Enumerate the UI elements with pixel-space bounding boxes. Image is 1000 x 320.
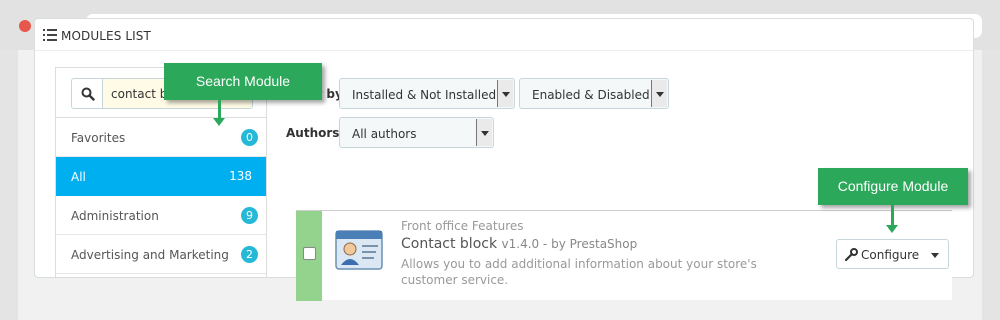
- module-version: v1.4.0 - by PrestaShop: [501, 237, 638, 251]
- category-all[interactable]: All 138: [56, 157, 266, 196]
- category-count-badge: 9: [241, 207, 258, 224]
- callout-arrow: [891, 205, 894, 227]
- callout-arrow-head: [213, 118, 225, 126]
- category-administration[interactable]: Administration 9: [56, 196, 266, 235]
- enable-filter-select[interactable]: Enabled & Disabled: [519, 78, 669, 109]
- category-label: Favorites: [71, 131, 126, 145]
- module-title: Contact block v1.4.0 - by PrestaShop: [401, 236, 637, 252]
- panel-header: MODULES LIST: [35, 19, 973, 51]
- category-advertising-marketing[interactable]: Advertising and Marketing 2: [56, 235, 266, 274]
- configure-module-callout: Configure Module: [818, 168, 968, 205]
- category-label: Administration: [71, 209, 159, 223]
- authors-filter-select[interactable]: All authors: [339, 117, 494, 148]
- install-filter-select[interactable]: Installed & Not Installed: [339, 78, 515, 109]
- chevron-down-icon: [497, 80, 513, 107]
- search-module-callout: Search Module: [164, 63, 322, 100]
- category-count-badge: 138: [229, 169, 252, 183]
- category-count-badge: 0: [241, 129, 258, 146]
- callout-arrow: [218, 100, 221, 120]
- category-count-badge: 2: [241, 246, 258, 263]
- chevron-down-icon: [651, 80, 667, 107]
- wrench-icon: [845, 248, 858, 261]
- module-description: Allows you to add additional information…: [401, 257, 757, 287]
- select-value: Installed & Not Installed: [352, 88, 497, 102]
- select-value: All authors: [352, 127, 417, 141]
- callout-arrow-head: [886, 225, 898, 233]
- configure-button[interactable]: Configure: [836, 239, 949, 269]
- close-window-button[interactable]: [19, 20, 31, 32]
- chevron-down-icon[interactable]: [931, 253, 939, 258]
- category-label: All: [71, 170, 86, 184]
- callout-label: Configure Module: [837, 178, 949, 194]
- search-icon: [81, 87, 95, 101]
- module-name: Contact block: [401, 236, 498, 252]
- module-row: Front office Features Contact block v1.4…: [296, 210, 952, 301]
- configure-label: Configure: [861, 248, 920, 262]
- category-label: Advertising and Marketing: [71, 248, 229, 262]
- list-icon: [43, 29, 57, 41]
- category-favorites[interactable]: Favorites 0: [56, 118, 266, 157]
- callout-label: Search Module: [195, 73, 291, 89]
- module-status-strip: [296, 211, 322, 301]
- search-button[interactable]: [71, 78, 103, 109]
- chevron-down-icon: [476, 119, 492, 146]
- module-category: Front office Features: [401, 219, 524, 233]
- contact-card-icon: [335, 230, 383, 270]
- module-checkbox[interactable]: [303, 247, 316, 260]
- authors-label: Authors: [286, 126, 340, 140]
- select-value: Enabled & Disabled: [532, 88, 650, 102]
- panel-title: MODULES LIST: [61, 29, 151, 43]
